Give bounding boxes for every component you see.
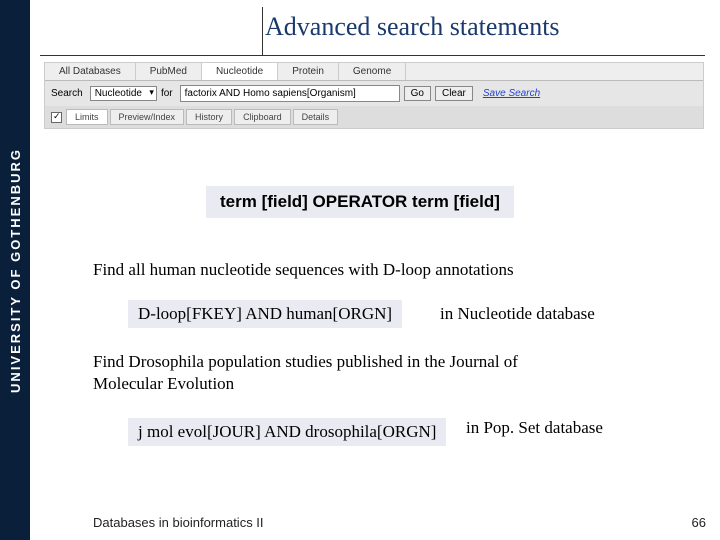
example1-query: D-loop[FKEY] AND human[ORGN] (128, 300, 402, 328)
db-select[interactable]: Nucleotide (90, 86, 157, 101)
title-area: Advanced search statements (265, 12, 560, 42)
go-button[interactable]: Go (404, 86, 431, 101)
example1-database: in Nucleotide database (440, 304, 595, 324)
limits-checkbox[interactable] (51, 112, 62, 123)
limits-tab[interactable]: Limits (66, 109, 108, 125)
tab-all-databases[interactable]: All Databases (45, 63, 136, 80)
slide-title: Advanced search statements (265, 12, 560, 42)
tab-pubmed[interactable]: PubMed (136, 63, 202, 80)
for-label: for (161, 88, 173, 99)
tab-genome[interactable]: Genome (339, 63, 406, 80)
clear-button[interactable]: Clear (435, 86, 473, 101)
example2-description-line2: Molecular Evolution (93, 374, 234, 394)
institution-label: UNIVERSITY OF GOTHENBURG (8, 148, 23, 393)
sidebar: UNIVERSITY OF GOTHENBURG (0, 0, 30, 540)
save-search-link[interactable]: Save Search (483, 88, 540, 99)
clipboard-tab[interactable]: Clipboard (234, 109, 291, 125)
slide-number: 66 (692, 515, 706, 530)
tab-nucleotide[interactable]: Nucleotide (202, 63, 278, 80)
history-tab[interactable]: History (186, 109, 232, 125)
search-label: Search (51, 88, 83, 99)
ncbi-searchbar: All Databases PubMed Nucleotide Protein … (44, 62, 704, 129)
example2-description-line1: Find Drosophila population studies publi… (93, 352, 518, 372)
details-tab[interactable]: Details (293, 109, 339, 125)
syntax-pattern: term [field] OPERATOR term [field] (220, 192, 500, 211)
syntax-highlight-box: term [field] OPERATOR term [field] (206, 186, 514, 218)
search-row: Search Nucleotide for factorix AND Homo … (45, 81, 703, 106)
preview-tab[interactable]: Preview/Index (110, 109, 185, 125)
tab-protein[interactable]: Protein (278, 63, 339, 80)
search-input[interactable]: factorix AND Homo sapiens[Organism] (180, 85, 400, 102)
title-underline (40, 55, 705, 56)
example1-description: Find all human nucleotide sequences with… (93, 260, 514, 280)
footer-course-name: Databases in bioinformatics II (93, 515, 264, 530)
example2-database: in Pop. Set database (466, 418, 603, 438)
example2-query: j mol evol[JOUR] AND drosophila[ORGN] (128, 418, 446, 446)
db-tab-row: All Databases PubMed Nucleotide Protein … (45, 63, 703, 81)
filter-row: Limits Preview/Index History Clipboard D… (45, 106, 703, 128)
title-divider-vertical (262, 7, 263, 55)
